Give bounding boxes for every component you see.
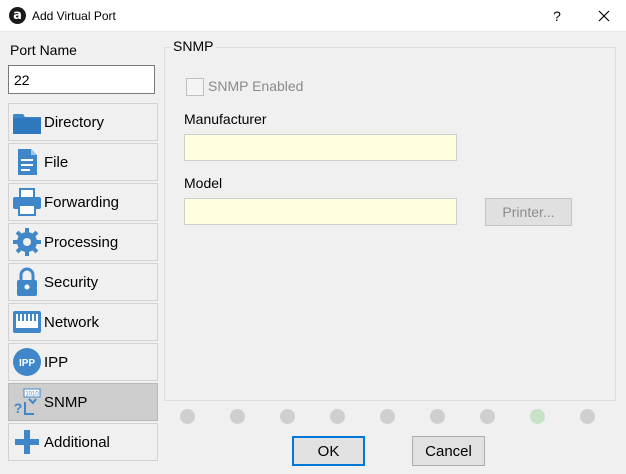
sidebar-item-file[interactable]: File — [8, 143, 158, 181]
svg-text:?: ? — [14, 400, 23, 416]
page-dot — [180, 409, 195, 424]
printer-button[interactable]: Printer... — [485, 198, 572, 226]
port-name-label: Port Name — [10, 42, 77, 58]
page-dot — [280, 409, 295, 424]
snmp-enabled-label: SNMP Enabled — [208, 78, 304, 94]
model-input[interactable] — [184, 198, 457, 225]
app-logo-icon: a — [9, 7, 26, 24]
sidebar-item-label: Security — [44, 274, 99, 291]
snmp-icon-text: 1010 — [25, 392, 39, 398]
gear-icon — [13, 228, 41, 256]
sidebar-item-label: File — [44, 154, 69, 171]
close-button[interactable] — [582, 0, 626, 32]
sidebar-item-security[interactable]: Security — [8, 263, 158, 301]
sidebar-item-label: Directory — [44, 114, 105, 131]
sidebar-item-label: SNMP — [44, 394, 88, 411]
model-label: Model — [184, 175, 223, 191]
page-dot — [580, 409, 595, 424]
title-bar: a Add Virtual Port ? — [0, 0, 626, 32]
close-icon — [598, 10, 610, 22]
page-dot — [480, 409, 495, 424]
sidebar-item-label: Additional — [44, 434, 110, 451]
snmp-enabled-checkbox[interactable] — [186, 78, 204, 96]
window-title: Add Virtual Port — [32, 9, 116, 23]
sidebar-item-network[interactable]: Network — [8, 303, 158, 341]
ok-button[interactable]: OK — [292, 436, 365, 466]
sidebar: Directory File Forwarding Processing Sec… — [8, 103, 158, 463]
page-dot — [530, 409, 545, 424]
sidebar-item-forwarding[interactable]: Forwarding — [8, 183, 158, 221]
sidebar-item-label: Network — [44, 314, 100, 331]
manufacturer-input[interactable] — [184, 134, 457, 161]
snmp-group-title: SNMP — [170, 38, 217, 54]
help-button[interactable]: ? — [540, 0, 574, 32]
ipp-icon: IPP — [13, 348, 41, 376]
sidebar-item-label: Processing — [44, 234, 119, 251]
printer-icon — [13, 188, 41, 216]
sidebar-item-additional[interactable]: Additional — [8, 423, 158, 461]
port-name-input[interactable] — [8, 65, 155, 94]
lock-icon — [17, 267, 37, 296]
cancel-button[interactable]: Cancel — [412, 436, 485, 466]
page-dot — [380, 409, 395, 424]
page-dot — [230, 409, 245, 424]
sidebar-item-ipp[interactable]: IPP IPP — [8, 343, 158, 381]
plus-icon — [15, 430, 39, 454]
sidebar-item-label: Forwarding — [44, 194, 120, 211]
page-dot — [430, 409, 445, 424]
ipp-icon-text: IPP — [19, 358, 35, 369]
folder-icon — [13, 114, 41, 134]
snmp-icon: 1010 ? — [14, 388, 41, 416]
sidebar-item-snmp[interactable]: 1010 ? SNMP — [8, 383, 158, 421]
document-icon — [18, 149, 37, 175]
page-dot — [330, 409, 345, 424]
sidebar-item-processing[interactable]: Processing — [8, 223, 158, 261]
sidebar-item-directory[interactable]: Directory — [8, 103, 158, 141]
sidebar-item-label: IPP — [44, 354, 69, 371]
manufacturer-label: Manufacturer — [184, 111, 267, 127]
network-port-icon — [13, 311, 41, 333]
